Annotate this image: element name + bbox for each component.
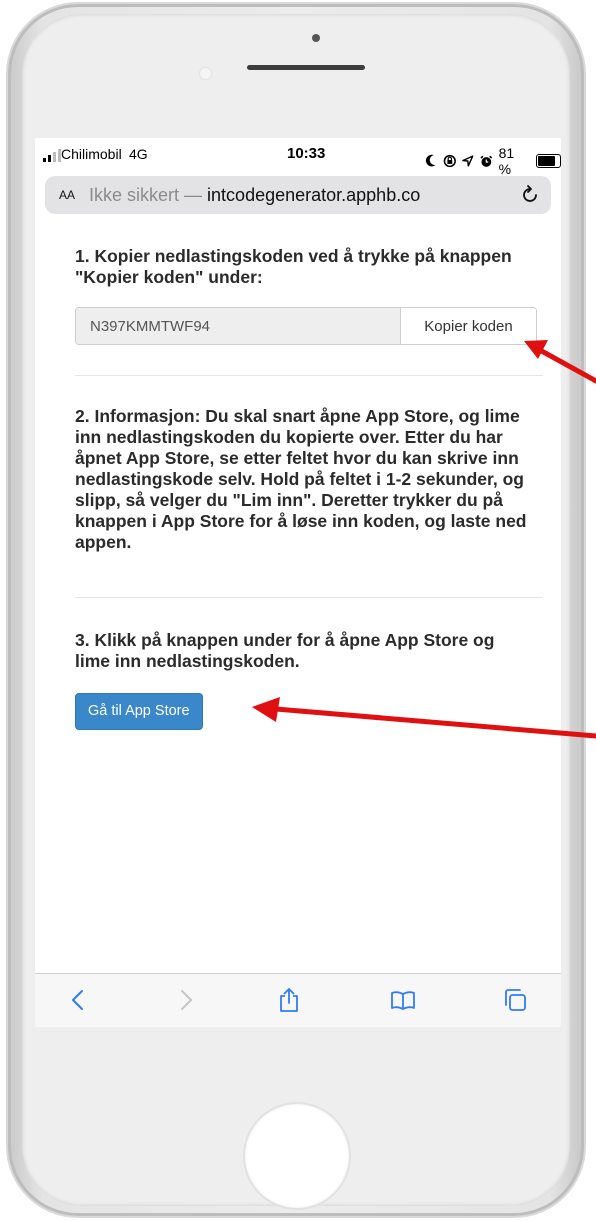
carrier-label: Chilimobil: [61, 146, 122, 162]
status-icons: 81 %: [425, 145, 561, 177]
annotation-arrow-copy: [524, 340, 596, 384]
share-icon[interactable]: [275, 986, 303, 1014]
address-bar[interactable]: AA Ikke sikkert — intcodegenerator.apphb…: [45, 176, 551, 214]
step2-info: 2. Informasjon: Du skal snart åpne App S…: [75, 406, 527, 552]
step3-heading: 3. Klikk på knappen under for å åpne App…: [75, 630, 495, 671]
bookmarks-icon[interactable]: [389, 986, 417, 1014]
safari-toolbar: [35, 973, 561, 1027]
home-button[interactable]: [245, 1104, 349, 1208]
divider: [75, 597, 543, 598]
clock: 10:33: [287, 145, 326, 162]
signal-icon: [43, 149, 61, 162]
battery-icon: [535, 154, 561, 168]
forward-icon: [181, 990, 192, 1010]
url-text[interactable]: Ikke sikkert — intcodegenerator.apphb.co: [89, 185, 509, 206]
network-label: 4G: [129, 146, 148, 162]
reload-icon[interactable]: [519, 184, 541, 206]
download-code-field[interactable]: [76, 308, 400, 344]
rotation-lock-icon: [443, 154, 456, 168]
moon-icon: [425, 154, 436, 167]
reader-aa-button[interactable]: AA: [59, 186, 89, 204]
aa-label: AA: [59, 188, 76, 202]
location-icon: [462, 155, 474, 167]
page-content: 1. Kopier nedlastingskoden ved å trykke …: [75, 246, 543, 730]
alarm-icon: [480, 155, 493, 167]
sensor-icon: [200, 68, 211, 79]
tabs-icon[interactable]: [501, 986, 529, 1014]
status-bar: Chilimobil 4G 10:33 81 %: [35, 138, 561, 177]
url-domain: intcodegenerator.apphb.co: [207, 184, 421, 205]
divider: [75, 375, 543, 376]
back-icon[interactable]: [65, 986, 93, 1014]
phone-screen: Chilimobil 4G 10:33 81 % AA Ikke sikkert…: [35, 138, 561, 1027]
code-input-group: Kopier koden: [75, 307, 537, 345]
camera-icon: [312, 34, 320, 42]
insecure-label: Ikke sikkert —: [89, 184, 203, 205]
battery-percent: 81 %: [498, 145, 515, 177]
go-to-app-store-button[interactable]: Gå til App Store: [75, 693, 203, 730]
annotation-arrow-appstore: [252, 697, 596, 739]
step1-heading: 1. Kopier nedlastingskoden ved å trykke …: [75, 246, 512, 287]
speaker-grille: [247, 65, 365, 70]
